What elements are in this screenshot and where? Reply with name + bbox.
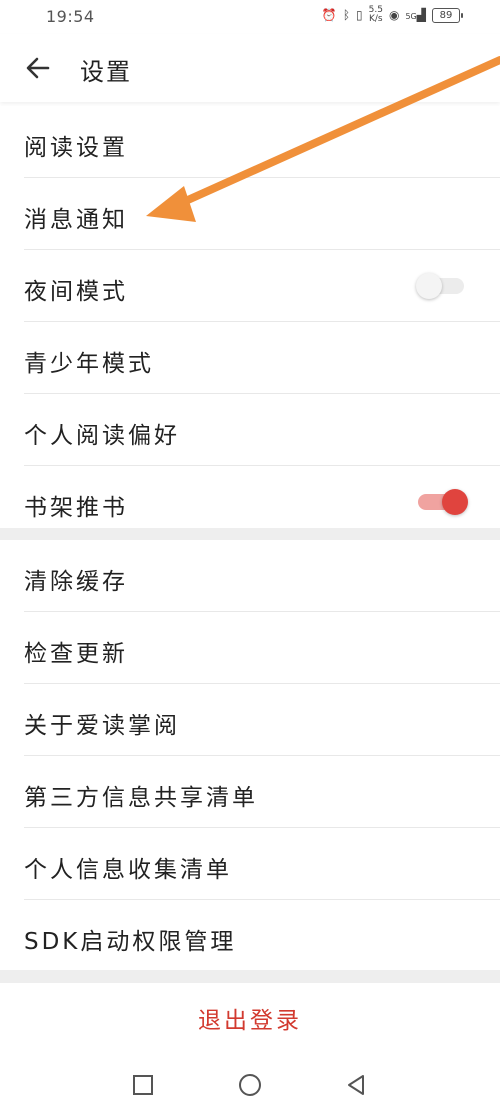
row-personal-info-collection[interactable]: 个人信息收集清单 xyxy=(24,828,500,900)
section-divider xyxy=(0,970,500,983)
section-divider xyxy=(0,528,500,540)
row-label: 清除缓存 xyxy=(24,569,128,595)
back-arrow-icon xyxy=(26,57,50,79)
row-reading-settings[interactable]: 阅读设置 xyxy=(24,106,500,178)
logout-button[interactable]: 退出登录 xyxy=(0,983,500,1059)
bluetooth-icon: ᛒ xyxy=(342,8,351,22)
settings-group-2: 清除缓存 检查更新 关于爱读掌阅 第三方信息共享清单 个人信息收集清单 SDK启… xyxy=(0,540,500,971)
row-label: 青少年模式 xyxy=(24,351,154,377)
signal-icon: 5G▟ xyxy=(405,8,426,22)
row-bookshelf-recommend[interactable]: 书架推书 xyxy=(24,466,500,537)
row-label: 消息通知 xyxy=(24,207,128,233)
row-label: 关于爱读掌阅 xyxy=(24,713,180,739)
status-time: 19:54 xyxy=(46,7,95,26)
toggle-knob xyxy=(416,273,442,299)
row-night-mode[interactable]: 夜间模式 xyxy=(24,250,500,322)
net-speed: 5.5 K/s xyxy=(368,5,383,24)
status-icons: ⏰ ᛒ ▯ 5.5 K/s ◉ 5G▟ 89 xyxy=(321,5,463,24)
row-label: 个人阅读偏好 xyxy=(24,423,180,449)
status-bar: 19:54 ⏰ ᛒ ▯ 5.5 K/s ◉ 5G▟ 89 xyxy=(0,0,500,34)
row-label: 个人信息收集清单 xyxy=(24,857,232,883)
row-label: 夜间模式 xyxy=(24,279,128,305)
row-check-update[interactable]: 检查更新 xyxy=(24,612,500,684)
row-teen-mode[interactable]: 青少年模式 xyxy=(24,322,500,394)
vibrate-icon: ▯ xyxy=(356,8,363,22)
system-nav-bar xyxy=(0,1059,500,1111)
triangle-nav-icon[interactable] xyxy=(344,1073,368,1097)
header: 设置 xyxy=(0,34,500,102)
back-button[interactable] xyxy=(22,52,54,84)
night-mode-toggle[interactable] xyxy=(416,273,464,299)
settings-group-1: 阅读设置 消息通知 夜间模式 青少年模式 个人阅读偏好 书架推书 xyxy=(0,106,500,537)
row-about[interactable]: 关于爱读掌阅 xyxy=(24,684,500,756)
wifi-icon: ◉ xyxy=(388,8,400,22)
row-label: 阅读设置 xyxy=(24,135,128,161)
row-sdk-permissions[interactable]: SDK启动权限管理 xyxy=(24,900,500,971)
battery-icon: 89 xyxy=(432,7,463,23)
row-reading-preference[interactable]: 个人阅读偏好 xyxy=(24,394,500,466)
logout-section: 退出登录 xyxy=(0,983,500,1059)
row-message-notification[interactable]: 消息通知 xyxy=(24,178,500,250)
circle-nav-icon[interactable] xyxy=(238,1073,262,1097)
row-label: 第三方信息共享清单 xyxy=(24,785,258,811)
bookshelf-recommend-toggle[interactable] xyxy=(418,489,468,515)
row-third-party-sharing[interactable]: 第三方信息共享清单 xyxy=(24,756,500,828)
row-clear-cache[interactable]: 清除缓存 xyxy=(24,540,500,612)
row-label: 书架推书 xyxy=(24,495,128,521)
page-title: 设置 xyxy=(80,58,132,86)
toggle-knob xyxy=(442,489,468,515)
square-nav-icon[interactable] xyxy=(131,1073,155,1097)
row-label: SDK启动权限管理 xyxy=(24,929,237,955)
alarm-icon: ⏰ xyxy=(321,8,337,22)
row-label: 检查更新 xyxy=(24,641,128,667)
